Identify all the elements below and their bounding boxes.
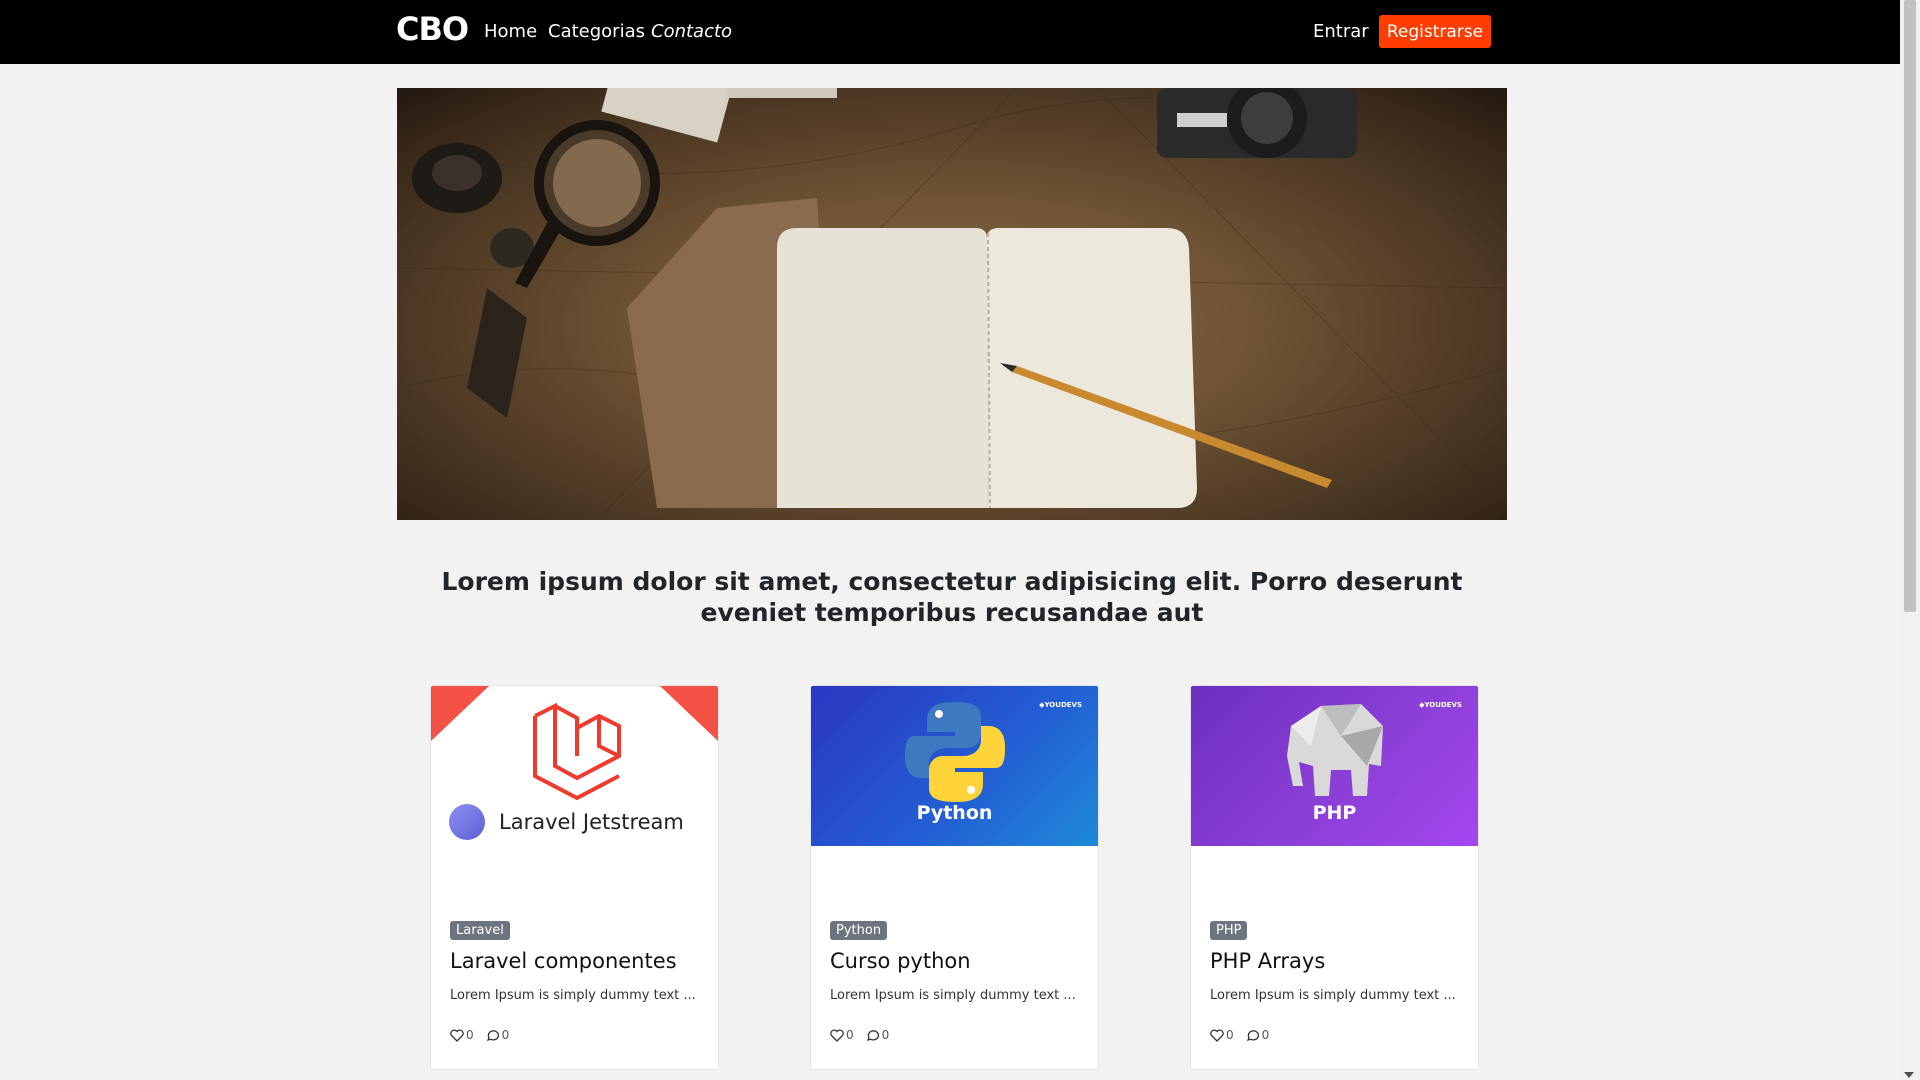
card-stats: 0 0 bbox=[1210, 1028, 1269, 1042]
scroll-down-arrow-icon[interactable] bbox=[1904, 1072, 1914, 1078]
comments-stat[interactable]: 0 bbox=[866, 1028, 890, 1042]
navbar: CBO Home Categorias Contacto Entrar Regi… bbox=[0, 0, 1900, 64]
card-stats: 0 0 bbox=[830, 1028, 889, 1042]
corner-ribbon-right bbox=[660, 686, 718, 741]
card-title[interactable]: Curso python bbox=[830, 949, 971, 973]
scrollbar-thumb[interactable] bbox=[1904, 0, 1916, 612]
likes-count: 0 bbox=[846, 1028, 854, 1042]
post-card[interactable]: ◆YOUDEVS Python Python Curso python Lore… bbox=[810, 685, 1099, 1070]
category-badge[interactable]: Python bbox=[830, 921, 888, 940]
likes-stat[interactable]: 0 bbox=[1210, 1028, 1234, 1042]
post-card[interactable]: ◆YOUDEVS PHP PHP PHP Arrays Lorem Ipsum … bbox=[1190, 685, 1479, 1070]
jetstream-logo-icon bbox=[449, 804, 485, 840]
comments-count: 0 bbox=[1261, 1028, 1270, 1042]
hero-notebook-illustration bbox=[397, 88, 1507, 520]
card-title[interactable]: PHP Arrays bbox=[1210, 949, 1325, 973]
likes-count: 0 bbox=[1226, 1028, 1234, 1042]
category-badge[interactable]: PHP bbox=[1210, 921, 1248, 940]
thumbnail-logo-text: PHP bbox=[1312, 802, 1357, 824]
laravel-jetstream-thumbnail[interactable]: Laravel Jetstream bbox=[431, 686, 718, 846]
comment-icon bbox=[1246, 1029, 1259, 1041]
comments-count: 0 bbox=[881, 1028, 890, 1042]
python-thumbnail[interactable]: ◆YOUDEVS Python bbox=[811, 686, 1098, 846]
php-thumbnail[interactable]: ◆YOUDEVS PHP bbox=[1191, 686, 1478, 846]
comments-count: 0 bbox=[501, 1028, 510, 1042]
hero-image bbox=[397, 88, 1507, 520]
comments-stat[interactable]: 0 bbox=[1246, 1028, 1270, 1042]
nav-contacto-link[interactable]: Contacto bbox=[651, 21, 732, 42]
corner-ribbon-left bbox=[431, 686, 489, 741]
page-scrollbar[interactable] bbox=[1900, 0, 1920, 1080]
comment-icon bbox=[486, 1029, 499, 1041]
likes-stat[interactable]: 0 bbox=[450, 1028, 474, 1042]
brand-logo[interactable]: CBO bbox=[396, 10, 469, 48]
likes-count: 0 bbox=[466, 1028, 474, 1042]
laravel-logo-icon bbox=[533, 702, 621, 801]
post-card[interactable]: Laravel Jetstream Laravel Laravel compon… bbox=[430, 685, 719, 1070]
heart-icon bbox=[830, 1028, 844, 1042]
nav-home-link[interactable]: Home bbox=[484, 21, 537, 42]
nav-categorias-link[interactable]: Categorias bbox=[548, 21, 645, 42]
thumbnail-logo-text: Python bbox=[916, 802, 993, 824]
card-excerpt: Lorem Ipsum is simply dummy text ... bbox=[830, 988, 1076, 1003]
heart-icon bbox=[450, 1028, 464, 1042]
card-excerpt: Lorem Ipsum is simply dummy text ... bbox=[1210, 988, 1456, 1003]
comments-stat[interactable]: 0 bbox=[486, 1028, 510, 1042]
comment-icon bbox=[866, 1029, 879, 1041]
intro-heading: Lorem ipsum dolor sit amet, consectetur … bbox=[441, 567, 1463, 627]
card-title[interactable]: Laravel componentes bbox=[450, 949, 677, 973]
likes-stat[interactable]: 0 bbox=[830, 1028, 854, 1042]
heart-icon bbox=[1210, 1028, 1224, 1042]
login-link[interactable]: Entrar bbox=[1313, 21, 1369, 42]
card-stats: 0 0 bbox=[450, 1028, 509, 1042]
category-badge[interactable]: Laravel bbox=[450, 921, 510, 940]
thumbnail-logo-text: Laravel Jetstream bbox=[499, 810, 684, 834]
card-excerpt: Lorem Ipsum is simply dummy text ... bbox=[450, 988, 696, 1003]
register-button[interactable]: Registrarse bbox=[1379, 15, 1491, 48]
